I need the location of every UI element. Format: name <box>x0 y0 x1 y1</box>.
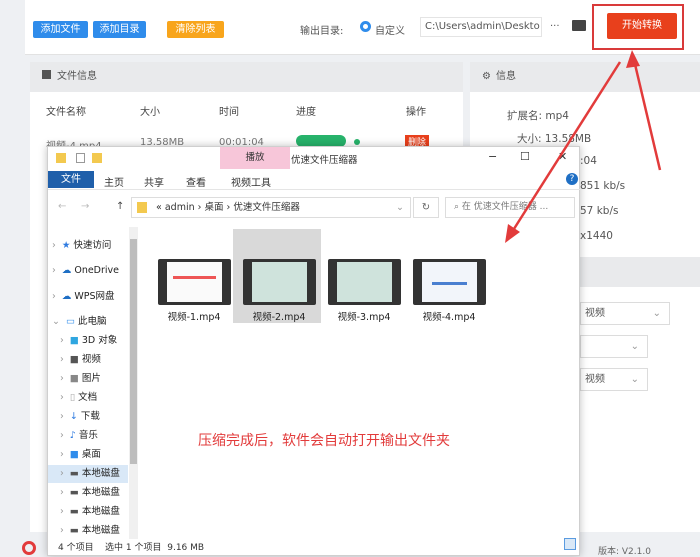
annotation-arrows <box>505 50 662 243</box>
arrow-down-line <box>510 61 622 233</box>
arrow-down-head <box>505 224 520 243</box>
arrow-up-head <box>626 50 640 68</box>
arrow-up-line <box>632 59 662 171</box>
